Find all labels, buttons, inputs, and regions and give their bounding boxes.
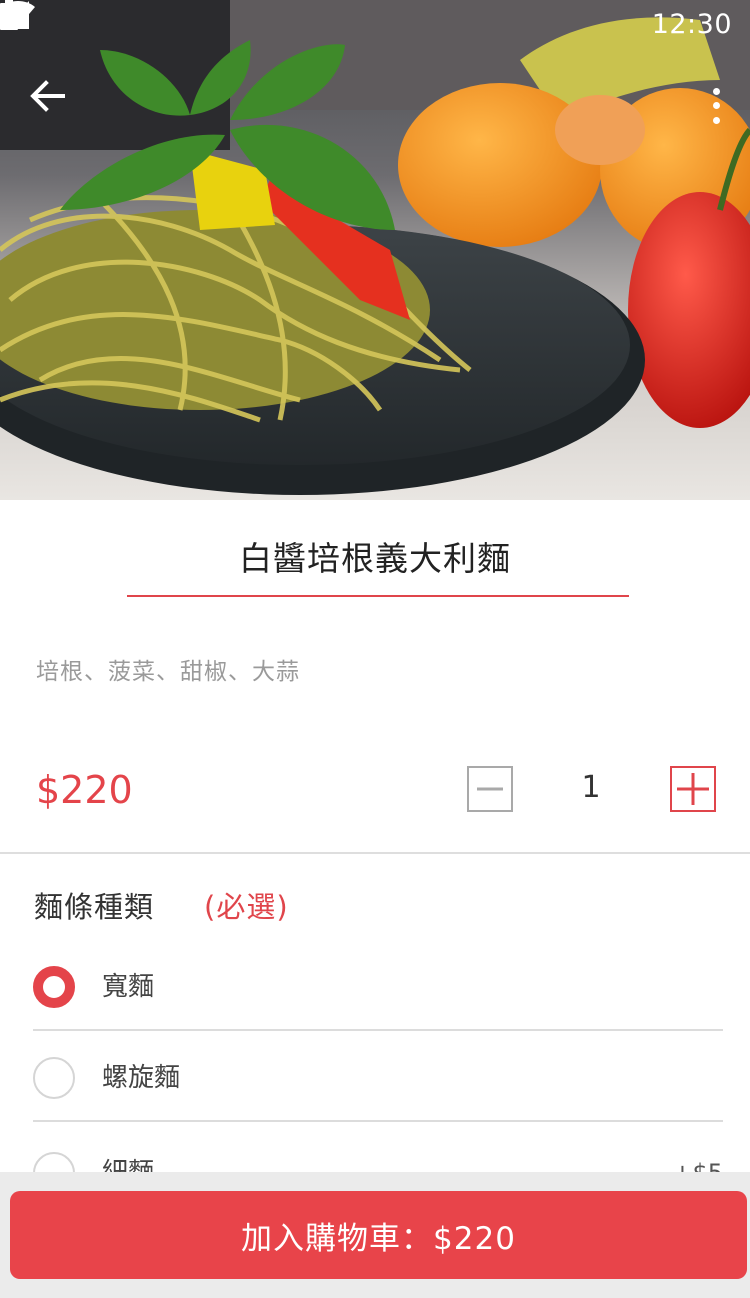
section-divider [0, 852, 750, 854]
option-divider [33, 1120, 723, 1122]
product-name: 白醬培根義大利麵 [239, 539, 511, 578]
product-detail-screen: 12:30 白醬培根義大利麵 培根、菠菜、甜椒、大蒜 $220 1 麵條種類 (… [0, 0, 750, 1298]
status-bar: 12:30 [0, 0, 750, 48]
plus-icon [677, 773, 709, 805]
radio-selected[interactable] [33, 966, 75, 1008]
quantity-increase-button[interactable] [670, 766, 716, 812]
quantity-decrease-button[interactable] [467, 766, 513, 812]
title-underline [127, 595, 629, 597]
back-button[interactable] [30, 80, 86, 130]
radio-unselected[interactable] [33, 1057, 75, 1099]
product-price: $220 [36, 768, 133, 812]
required-label: (必選) [204, 890, 289, 924]
option-label: 螺旋麵 [102, 1063, 181, 1093]
status-time: 12:30 [651, 8, 732, 40]
option-fusilli[interactable]: 螺旋麵 [33, 1057, 723, 1153]
arrow-left-icon [30, 80, 65, 112]
option-wide-noodle[interactable]: 寬麵 [33, 966, 723, 1062]
option-label: 寬麵 [102, 972, 155, 1002]
hero-food-photo: 12:30 [0, 0, 750, 500]
more-options-button[interactable] [706, 84, 726, 128]
add-to-cart-button[interactable]: 加入購物車：$220 [10, 1191, 747, 1279]
quantity-value: 1 [581, 770, 601, 805]
product-ingredients: 培根、菠菜、甜椒、大蒜 [36, 659, 300, 685]
noodle-type-title: 麵條種類 [34, 890, 155, 924]
option-divider [33, 1029, 723, 1031]
more-vertical-icon [712, 87, 720, 95]
pasta-photo-illustration [0, 0, 750, 495]
minus-icon [477, 787, 503, 791]
